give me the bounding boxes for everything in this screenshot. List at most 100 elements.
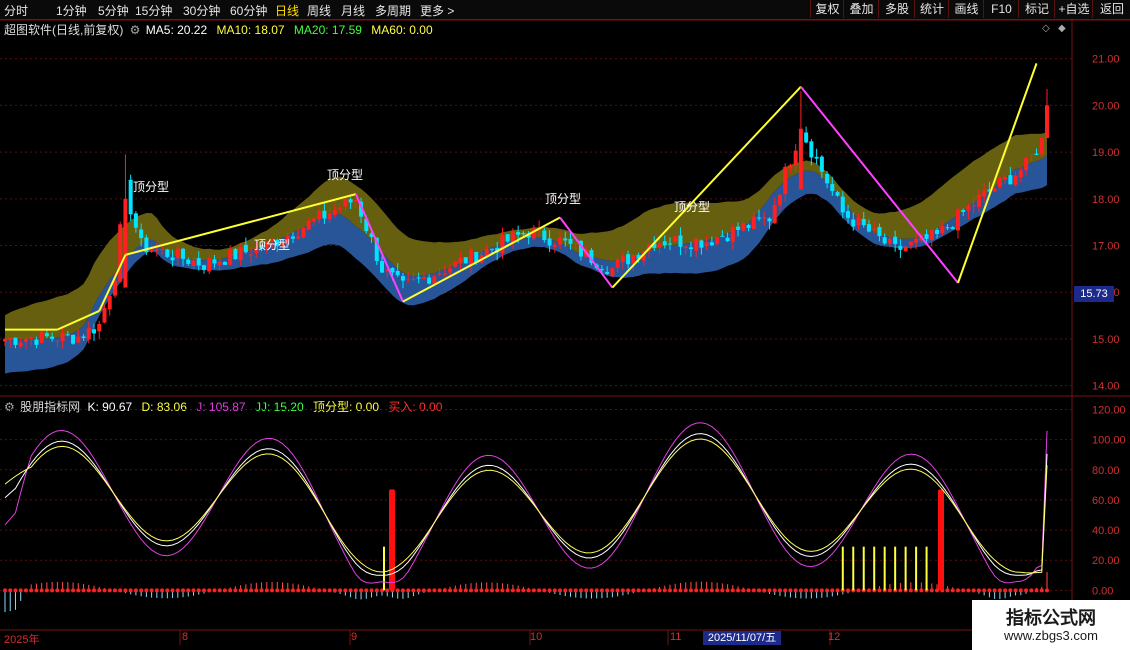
zero-dot bbox=[13, 588, 18, 593]
zigzag-lines bbox=[5, 63, 1038, 331]
candle-body bbox=[929, 229, 934, 240]
main-y-tick-3: 18.00 bbox=[1092, 194, 1120, 206]
candle-body bbox=[233, 248, 238, 260]
main-y-tick-4: 17.00 bbox=[1092, 241, 1120, 253]
zero-dot bbox=[856, 588, 861, 593]
indicator-panel bbox=[3, 422, 1049, 613]
zero-dot bbox=[830, 588, 835, 593]
zero-dot bbox=[175, 588, 180, 593]
candle-body bbox=[249, 254, 254, 256]
zero-dot bbox=[887, 588, 892, 593]
candle-body bbox=[961, 210, 966, 212]
zero-dot bbox=[688, 588, 693, 593]
zero-dot bbox=[547, 588, 552, 593]
candle-body bbox=[437, 273, 442, 275]
candle-body bbox=[1008, 175, 1013, 185]
candle-body bbox=[139, 229, 144, 239]
zero-dot bbox=[846, 588, 851, 593]
zero-dot bbox=[736, 588, 741, 593]
zero-dot bbox=[955, 588, 960, 593]
candle-body bbox=[39, 331, 44, 343]
candle-body bbox=[908, 241, 913, 246]
candle-body bbox=[914, 238, 919, 243]
zero-dot bbox=[264, 588, 269, 593]
candle-body bbox=[343, 198, 348, 207]
zero-dot bbox=[620, 588, 625, 593]
candle-body bbox=[751, 216, 756, 230]
zero-dot bbox=[809, 588, 814, 593]
candle-body bbox=[568, 238, 573, 244]
zero-dot bbox=[1008, 588, 1013, 593]
candle-body bbox=[13, 337, 18, 345]
zero-dot bbox=[107, 588, 112, 593]
candle-body bbox=[123, 198, 128, 288]
zero-dot bbox=[411, 588, 416, 593]
zero-dot bbox=[667, 588, 672, 593]
candle-body bbox=[181, 248, 186, 259]
pattern-label-4: 顶分型 bbox=[674, 200, 711, 214]
candle-body bbox=[819, 156, 824, 172]
d-line bbox=[4, 438, 1048, 574]
sub-y-tick-3: 60.00 bbox=[1092, 495, 1120, 507]
stock-chart[interactable]: 21.0020.0019.0018.0017.0016.0015.0014.00… bbox=[0, 0, 1130, 650]
candle-body bbox=[301, 227, 306, 238]
zero-dot bbox=[605, 588, 610, 593]
candle-body bbox=[1018, 170, 1023, 178]
zero-dot bbox=[238, 588, 243, 593]
zero-dot bbox=[594, 588, 599, 593]
candle-body bbox=[196, 258, 201, 266]
zero-dot bbox=[139, 588, 144, 593]
zero-dot bbox=[631, 588, 636, 593]
candle-body bbox=[882, 237, 887, 244]
candle-body bbox=[306, 220, 311, 230]
zero-dot bbox=[55, 588, 60, 593]
watermark-url: www.zbgs3.com bbox=[1004, 628, 1098, 643]
candle-body bbox=[971, 205, 976, 207]
zero-dot bbox=[322, 588, 327, 593]
zero-dot bbox=[641, 588, 646, 593]
zero-dot bbox=[725, 588, 730, 593]
candle-body bbox=[55, 340, 60, 342]
candle-body bbox=[8, 337, 13, 340]
ma-bands bbox=[5, 131, 1047, 374]
zero-dot bbox=[657, 588, 662, 593]
zero-dot bbox=[568, 588, 573, 593]
candle-body bbox=[427, 277, 432, 284]
zero-dot bbox=[123, 588, 128, 593]
zero-dot bbox=[699, 588, 704, 593]
zero-dot bbox=[133, 588, 138, 593]
candle-body bbox=[846, 211, 851, 218]
candle-body bbox=[599, 269, 604, 271]
candle-body bbox=[469, 249, 474, 265]
zero-dot bbox=[971, 588, 976, 593]
candle-body bbox=[715, 237, 720, 245]
zero-dot bbox=[599, 588, 604, 593]
zero-dot bbox=[144, 588, 149, 593]
candle-body bbox=[290, 236, 295, 239]
zero-dot bbox=[207, 588, 212, 593]
candle-body bbox=[175, 248, 180, 259]
zero-dot bbox=[500, 588, 505, 593]
candle-body bbox=[165, 249, 170, 257]
candle-body bbox=[736, 226, 741, 230]
zero-dot bbox=[469, 588, 474, 593]
zero-dot bbox=[306, 588, 311, 593]
candle-body bbox=[804, 132, 809, 143]
zero-dot bbox=[92, 588, 97, 593]
main-y-tick-2: 19.00 bbox=[1092, 147, 1120, 159]
zero-dot bbox=[395, 588, 400, 593]
zero-dot bbox=[317, 588, 322, 593]
zero-dot bbox=[97, 588, 102, 593]
zero-dot bbox=[877, 588, 882, 593]
zero-dot bbox=[704, 588, 709, 593]
candle-body bbox=[34, 339, 39, 345]
zero-dot bbox=[448, 588, 453, 593]
candle-body bbox=[406, 279, 411, 281]
zero-dot bbox=[1029, 588, 1034, 593]
zero-dot bbox=[421, 588, 426, 593]
zero-dot bbox=[647, 588, 652, 593]
candle-body bbox=[631, 254, 636, 264]
zero-dot bbox=[1045, 588, 1049, 593]
candle-body bbox=[353, 199, 358, 202]
candle-body bbox=[992, 188, 997, 192]
